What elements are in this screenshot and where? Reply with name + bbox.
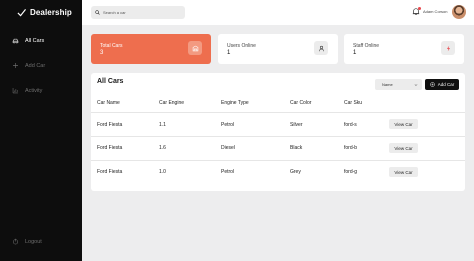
sidebar: Dealership All Cars Add Car Activity Log… [0, 0, 82, 261]
row-divider [91, 160, 465, 161]
check-icon [17, 8, 26, 17]
cell-car-sku: ford-b [344, 145, 358, 151]
sidebar-item-add-car[interactable]: Add Car [12, 62, 45, 69]
cell-car-color: Silver [290, 122, 303, 128]
row-divider [91, 112, 465, 113]
all-cars-panel: All Cars Name Add Car Car Name Car Engin… [91, 73, 465, 191]
cell-car-engine: 1.6 [159, 145, 166, 151]
brand[interactable]: Dealership [17, 8, 72, 17]
cell-car-engine: 1.1 [159, 122, 166, 128]
notification-dot [418, 7, 421, 10]
garage-icon [188, 41, 202, 55]
stat-value: 1 [227, 50, 231, 56]
cell-car-engine: 1.0 [159, 169, 166, 175]
cell-car-name: Ford Fiesta [97, 169, 123, 175]
column-header-car-name: Car Name [97, 100, 120, 106]
topbar: Adam Corson [82, 0, 474, 25]
view-car-button[interactable]: View Car [389, 167, 418, 177]
stat-value: 3 [100, 50, 104, 56]
cell-car-color: Grey [290, 169, 301, 175]
search-box[interactable] [91, 6, 185, 19]
cell-engine-type: Petrol [221, 169, 235, 175]
cell-car-name: Ford Fiesta [97, 122, 123, 128]
logout-icon [12, 238, 19, 245]
stat-label: Users Online [227, 43, 256, 49]
stat-label: Total Cars [100, 43, 123, 49]
cell-car-color: Black [290, 145, 303, 151]
sort-select[interactable]: Name [375, 79, 422, 90]
stat-card-staff-online: Staff Online 1 [344, 34, 464, 64]
cell-car-sku: ford-g [344, 169, 358, 175]
column-header-car-engine: Car Engine [159, 100, 185, 106]
chevron-down-icon [414, 83, 418, 86]
column-header-engine-type: Engine Type [221, 100, 249, 106]
logout-label: Logout [25, 238, 42, 245]
view-car-label: View Car [394, 145, 413, 151]
column-header-car-sku: Car Sku [344, 100, 363, 106]
stat-value: 1 [353, 50, 357, 56]
sidebar-item-label: Add Car [25, 62, 46, 69]
sidebar-item-label: Activity [25, 87, 43, 94]
row-divider [91, 136, 465, 137]
logout-button[interactable]: Logout [12, 238, 42, 245]
sidebar-item-all-cars[interactable]: All Cars [12, 37, 44, 44]
view-car-label: View Car [394, 169, 413, 175]
plus-icon [13, 63, 18, 68]
view-car-label: View Car [394, 121, 413, 127]
cell-car-name: Ford Fiesta [97, 145, 123, 151]
view-car-button[interactable]: View Car [389, 143, 418, 153]
lightning-icon [441, 41, 455, 55]
search-icon [95, 10, 100, 15]
search-input[interactable] [103, 10, 183, 15]
panel-title: All Cars [97, 78, 124, 85]
avatar[interactable] [452, 5, 466, 19]
view-car-button[interactable]: View Car [389, 119, 418, 129]
plus-circle-icon [430, 82, 435, 87]
cell-engine-type: Diesel [221, 145, 235, 151]
stat-card-users-online: Users Online 1 [218, 34, 338, 64]
column-header-car-color: Car Color [290, 100, 312, 106]
car-icon [12, 38, 19, 44]
sort-select-value: Name [382, 82, 393, 87]
sidebar-item-activity[interactable]: Activity [12, 87, 42, 94]
brand-name: Dealership [30, 8, 72, 17]
cell-engine-type: Petrol [221, 122, 235, 128]
add-car-button[interactable]: Add Car [425, 79, 459, 90]
user-icon [314, 41, 328, 55]
stat-card-total-cars: Total Cars 3 [91, 34, 211, 64]
cell-car-sku: ford-s [344, 122, 357, 128]
stat-label: Staff Online [353, 43, 380, 49]
user-name[interactable]: Adam Corson [423, 9, 447, 14]
add-car-label: Add Car [437, 82, 455, 87]
activity-icon [12, 88, 18, 94]
sidebar-item-label: All Cars [25, 37, 45, 44]
